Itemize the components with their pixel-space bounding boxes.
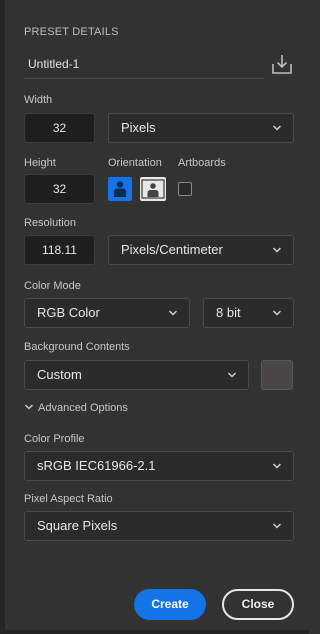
resolution-input[interactable]: 118.11 [24, 235, 95, 265]
color-mode-select[interactable]: RGB Color [24, 298, 190, 328]
height-label: Height [24, 157, 56, 169]
chevron-down-icon [272, 310, 282, 316]
color-mode-label: Color Mode [24, 280, 81, 292]
chevron-down-icon [272, 523, 282, 529]
width-unit-select[interactable]: Pixels [108, 113, 294, 143]
width-unit-value: Pixels [121, 120, 156, 135]
bit-depth-select[interactable]: 8 bit [203, 298, 294, 328]
chevron-down-icon [272, 247, 282, 253]
height-input[interactable]: 32 [24, 174, 95, 204]
close-button[interactable]: Close [222, 589, 294, 620]
chevron-down-icon [227, 372, 237, 378]
portrait-orientation-button[interactable] [108, 177, 132, 201]
pixel-aspect-ratio-select[interactable]: Square Pixels [24, 511, 294, 541]
background-contents-select[interactable]: Custom [24, 360, 249, 390]
orientation-label: Orientation [108, 157, 162, 169]
background-contents-value: Custom [37, 367, 82, 382]
bottom-panel-edge [0, 630, 309, 634]
chevron-down-icon [24, 404, 34, 410]
left-panel-edge [0, 0, 5, 634]
artboards-checkbox[interactable] [178, 182, 192, 196]
pixel-aspect-ratio-label: Pixel Aspect Ratio [24, 493, 113, 505]
bit-depth-value: 8 bit [216, 305, 241, 320]
portrait-person-icon [114, 181, 126, 197]
color-profile-value: sRGB IEC61966-2.1 [37, 458, 156, 473]
section-title: PRESET DETAILS [24, 26, 119, 38]
advanced-options-toggle[interactable]: Advanced Options [24, 402, 128, 414]
pixel-aspect-ratio-value: Square Pixels [37, 518, 118, 533]
color-profile-label: Color Profile [24, 433, 85, 445]
color-profile-select[interactable]: sRGB IEC61966-2.1 [24, 451, 294, 481]
landscape-person-icon [141, 179, 165, 199]
chevron-down-icon [168, 310, 178, 316]
resolution-unit-value: Pixels/Centimeter [121, 242, 223, 257]
save-preset-icon[interactable] [270, 52, 294, 76]
resolution-label: Resolution [24, 217, 76, 229]
color-mode-value: RGB Color [37, 305, 100, 320]
artboards-label: Artboards [178, 157, 226, 169]
advanced-options-label: Advanced Options [38, 402, 128, 414]
chevron-down-icon [272, 463, 282, 469]
preset-name-field[interactable]: Untitled-1 [24, 53, 264, 79]
resolution-unit-select[interactable]: Pixels/Centimeter [108, 235, 294, 265]
width-label: Width [24, 94, 53, 106]
background-contents-label: Background Contents [24, 341, 130, 353]
landscape-orientation-button[interactable] [140, 177, 166, 201]
create-button[interactable]: Create [134, 589, 206, 620]
width-input[interactable]: 32 [24, 113, 95, 143]
background-color-swatch[interactable] [261, 360, 293, 390]
chevron-down-icon [272, 125, 282, 131]
